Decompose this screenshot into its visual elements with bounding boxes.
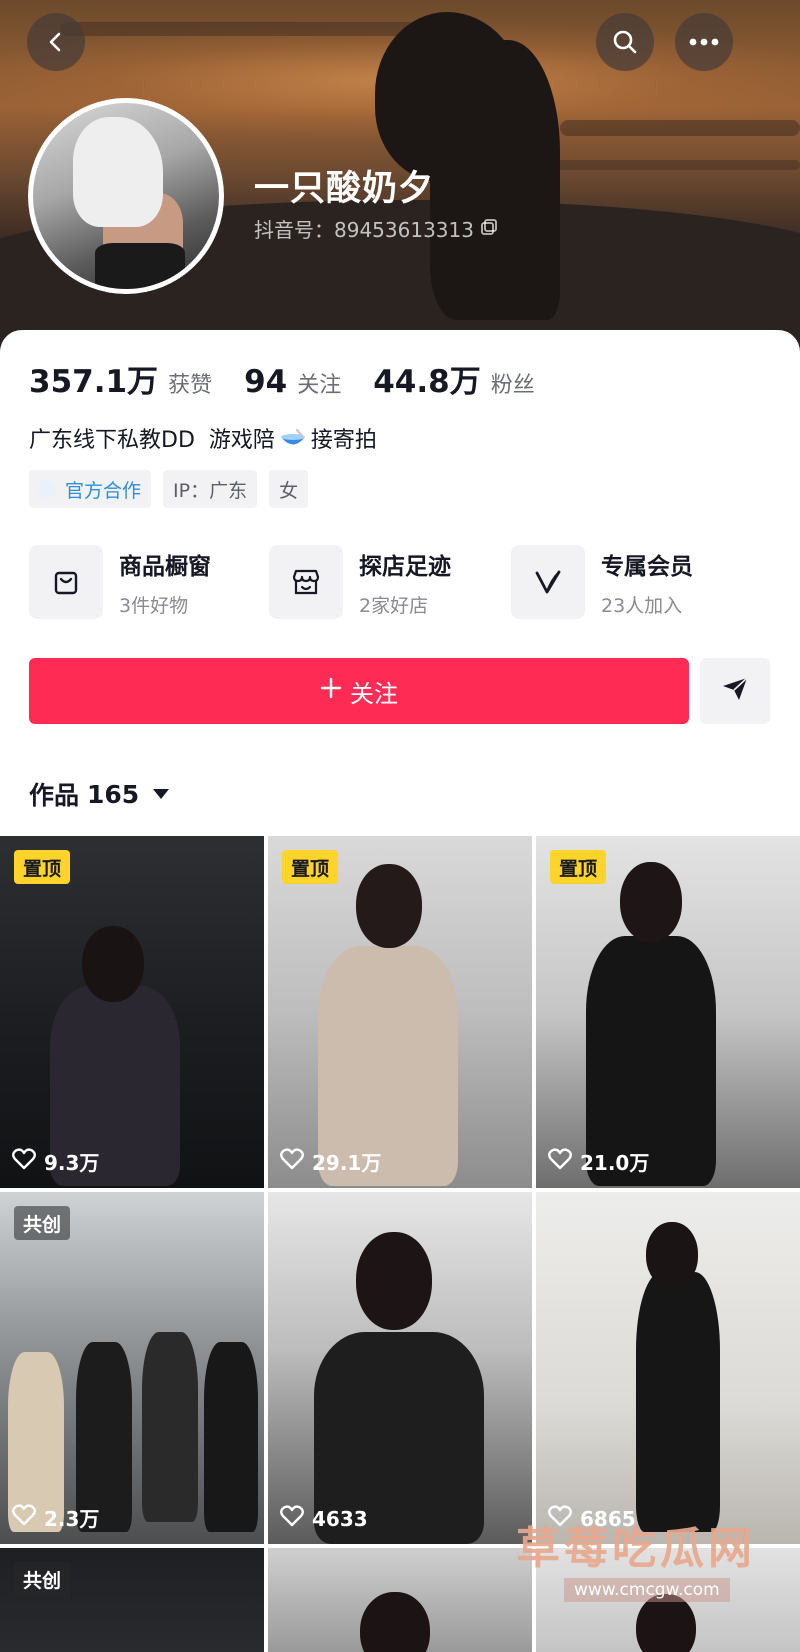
copy-icon[interactable] bbox=[480, 217, 498, 241]
more-button[interactable] bbox=[675, 13, 733, 71]
video-tile[interactable] bbox=[268, 1548, 532, 1652]
likes-count: 357.1万 bbox=[29, 364, 159, 400]
feature-subtitle: 3件好物 bbox=[119, 594, 189, 617]
video-tile[interactable]: 4633 bbox=[268, 1192, 532, 1544]
feature-store-visits[interactable]: 探店足迹 2家好店 bbox=[269, 545, 451, 619]
tag-ip-location: IP：广东 bbox=[163, 470, 258, 508]
heart-icon bbox=[12, 1504, 36, 1531]
feature-subtitle: 23人加入 bbox=[601, 594, 683, 617]
person-silhouette-head bbox=[375, 12, 525, 182]
video-tile[interactable]: 置顶 9.3万 bbox=[0, 836, 264, 1188]
cloud bbox=[560, 120, 800, 136]
back-button[interactable] bbox=[27, 13, 85, 71]
watermark: 草莓吃瓜网 www.cmcgw.com bbox=[512, 1512, 800, 1652]
followers-count[interactable]: 44.8万 bbox=[373, 356, 481, 401]
heart-icon bbox=[280, 1148, 304, 1175]
video-likes-count: 4633 bbox=[312, 1506, 368, 1531]
feature-entries: 商品橱窗 3件好物 探店足迹 2家好店 专属会员 23人加入 bbox=[29, 545, 771, 625]
video-tile[interactable]: 共创 2.3万 bbox=[0, 1192, 264, 1544]
bio: 广东线下私教DD 游戏陪 接寄拍 bbox=[29, 422, 377, 454]
heart-icon bbox=[12, 1148, 36, 1175]
video-likes: 21.0万 bbox=[548, 1147, 649, 1176]
following-label[interactable]: 关注 bbox=[297, 367, 341, 399]
caret-down-icon bbox=[153, 789, 170, 799]
avatar[interactable] bbox=[28, 98, 224, 294]
send-icon bbox=[721, 676, 749, 706]
heart-icon bbox=[280, 1505, 304, 1532]
watermark-title: 草莓吃瓜网 bbox=[516, 1523, 756, 1574]
followers-label[interactable]: 粉丝 bbox=[491, 367, 535, 399]
nickname: 一只酸奶夕 bbox=[254, 169, 435, 209]
verified-badge-icon bbox=[37, 479, 57, 504]
tag-label: 官方合作 bbox=[65, 479, 142, 502]
video-likes: 9.3万 bbox=[12, 1147, 99, 1176]
video-likes-count: 29.1万 bbox=[312, 1151, 382, 1175]
video-likes: 2.3万 bbox=[12, 1503, 99, 1532]
feature-title: 商品橱窗 bbox=[119, 553, 211, 580]
following-count[interactable]: 94 bbox=[244, 364, 287, 400]
plus-icon bbox=[320, 677, 342, 705]
feature-title: 专属会员 bbox=[601, 553, 693, 580]
feature-title: 探店足迹 bbox=[359, 553, 451, 580]
video-tile[interactable]: 置顶 29.1万 bbox=[268, 836, 532, 1188]
bio-text-2: 接寄拍 bbox=[310, 428, 377, 453]
member-v-icon bbox=[511, 545, 585, 619]
tag-gender: 女 bbox=[269, 470, 309, 508]
profile-stats: 357.1万 获赞 94 关注 44.8万 粉丝 bbox=[29, 356, 567, 401]
bio-text: 广东线下私教DD 游戏陪 bbox=[29, 428, 275, 453]
likes-label: 获赞 bbox=[168, 373, 213, 398]
feature-shop-window[interactable]: 商品橱窗 3件好物 bbox=[29, 545, 211, 619]
search-icon bbox=[611, 28, 639, 56]
follow-button-label: 关注 bbox=[350, 679, 398, 708]
follow-button[interactable]: 关注 bbox=[29, 658, 689, 724]
chevron-left-icon bbox=[44, 30, 68, 54]
watermark-url: www.cmcgw.com bbox=[564, 1578, 730, 1602]
co-creation-badge: 共创 bbox=[14, 1206, 71, 1240]
video-tile[interactable]: 置顶 21.0万 bbox=[536, 836, 800, 1188]
cloud bbox=[520, 160, 800, 170]
store-icon bbox=[269, 545, 343, 619]
pinned-badge: 置顶 bbox=[14, 850, 71, 884]
video-likes-count: 21.0万 bbox=[580, 1151, 650, 1175]
search-button[interactable] bbox=[596, 13, 654, 71]
works-count: 165 bbox=[87, 779, 140, 809]
pinned-badge: 置顶 bbox=[282, 850, 339, 884]
video-tile[interactable]: 6865 bbox=[536, 1192, 800, 1544]
profile-tags: 官方合作 IP：广东 女 bbox=[29, 470, 309, 508]
pinned-badge: 置顶 bbox=[550, 850, 607, 884]
co-creation-badge: 共创 bbox=[14, 1562, 71, 1596]
bowl-emoji-icon bbox=[279, 428, 307, 448]
works-label: 作品 bbox=[29, 781, 80, 810]
shopping-bag-icon bbox=[29, 545, 103, 619]
tag-official-partner[interactable]: 官方合作 bbox=[29, 470, 152, 508]
video-likes-count: 9.3万 bbox=[44, 1151, 100, 1175]
cloud bbox=[60, 22, 440, 36]
video-likes: 4633 bbox=[280, 1505, 368, 1532]
feature-subtitle: 2家好店 bbox=[359, 594, 429, 617]
video-tile[interactable]: 共创 bbox=[0, 1548, 264, 1652]
works-tab[interactable]: 作品 165 bbox=[29, 776, 170, 812]
douyin-id[interactable]: 抖音号：89453613313 bbox=[254, 214, 498, 243]
video-likes-count: 2.3万 bbox=[44, 1507, 100, 1531]
more-dots-icon bbox=[689, 38, 719, 46]
feature-membership[interactable]: 专属会员 23人加入 bbox=[511, 545, 693, 619]
douyin-id-text: 抖音号：89453613313 bbox=[254, 218, 474, 242]
message-button[interactable] bbox=[700, 658, 770, 724]
heart-icon bbox=[548, 1148, 572, 1175]
video-likes: 29.1万 bbox=[280, 1147, 381, 1176]
